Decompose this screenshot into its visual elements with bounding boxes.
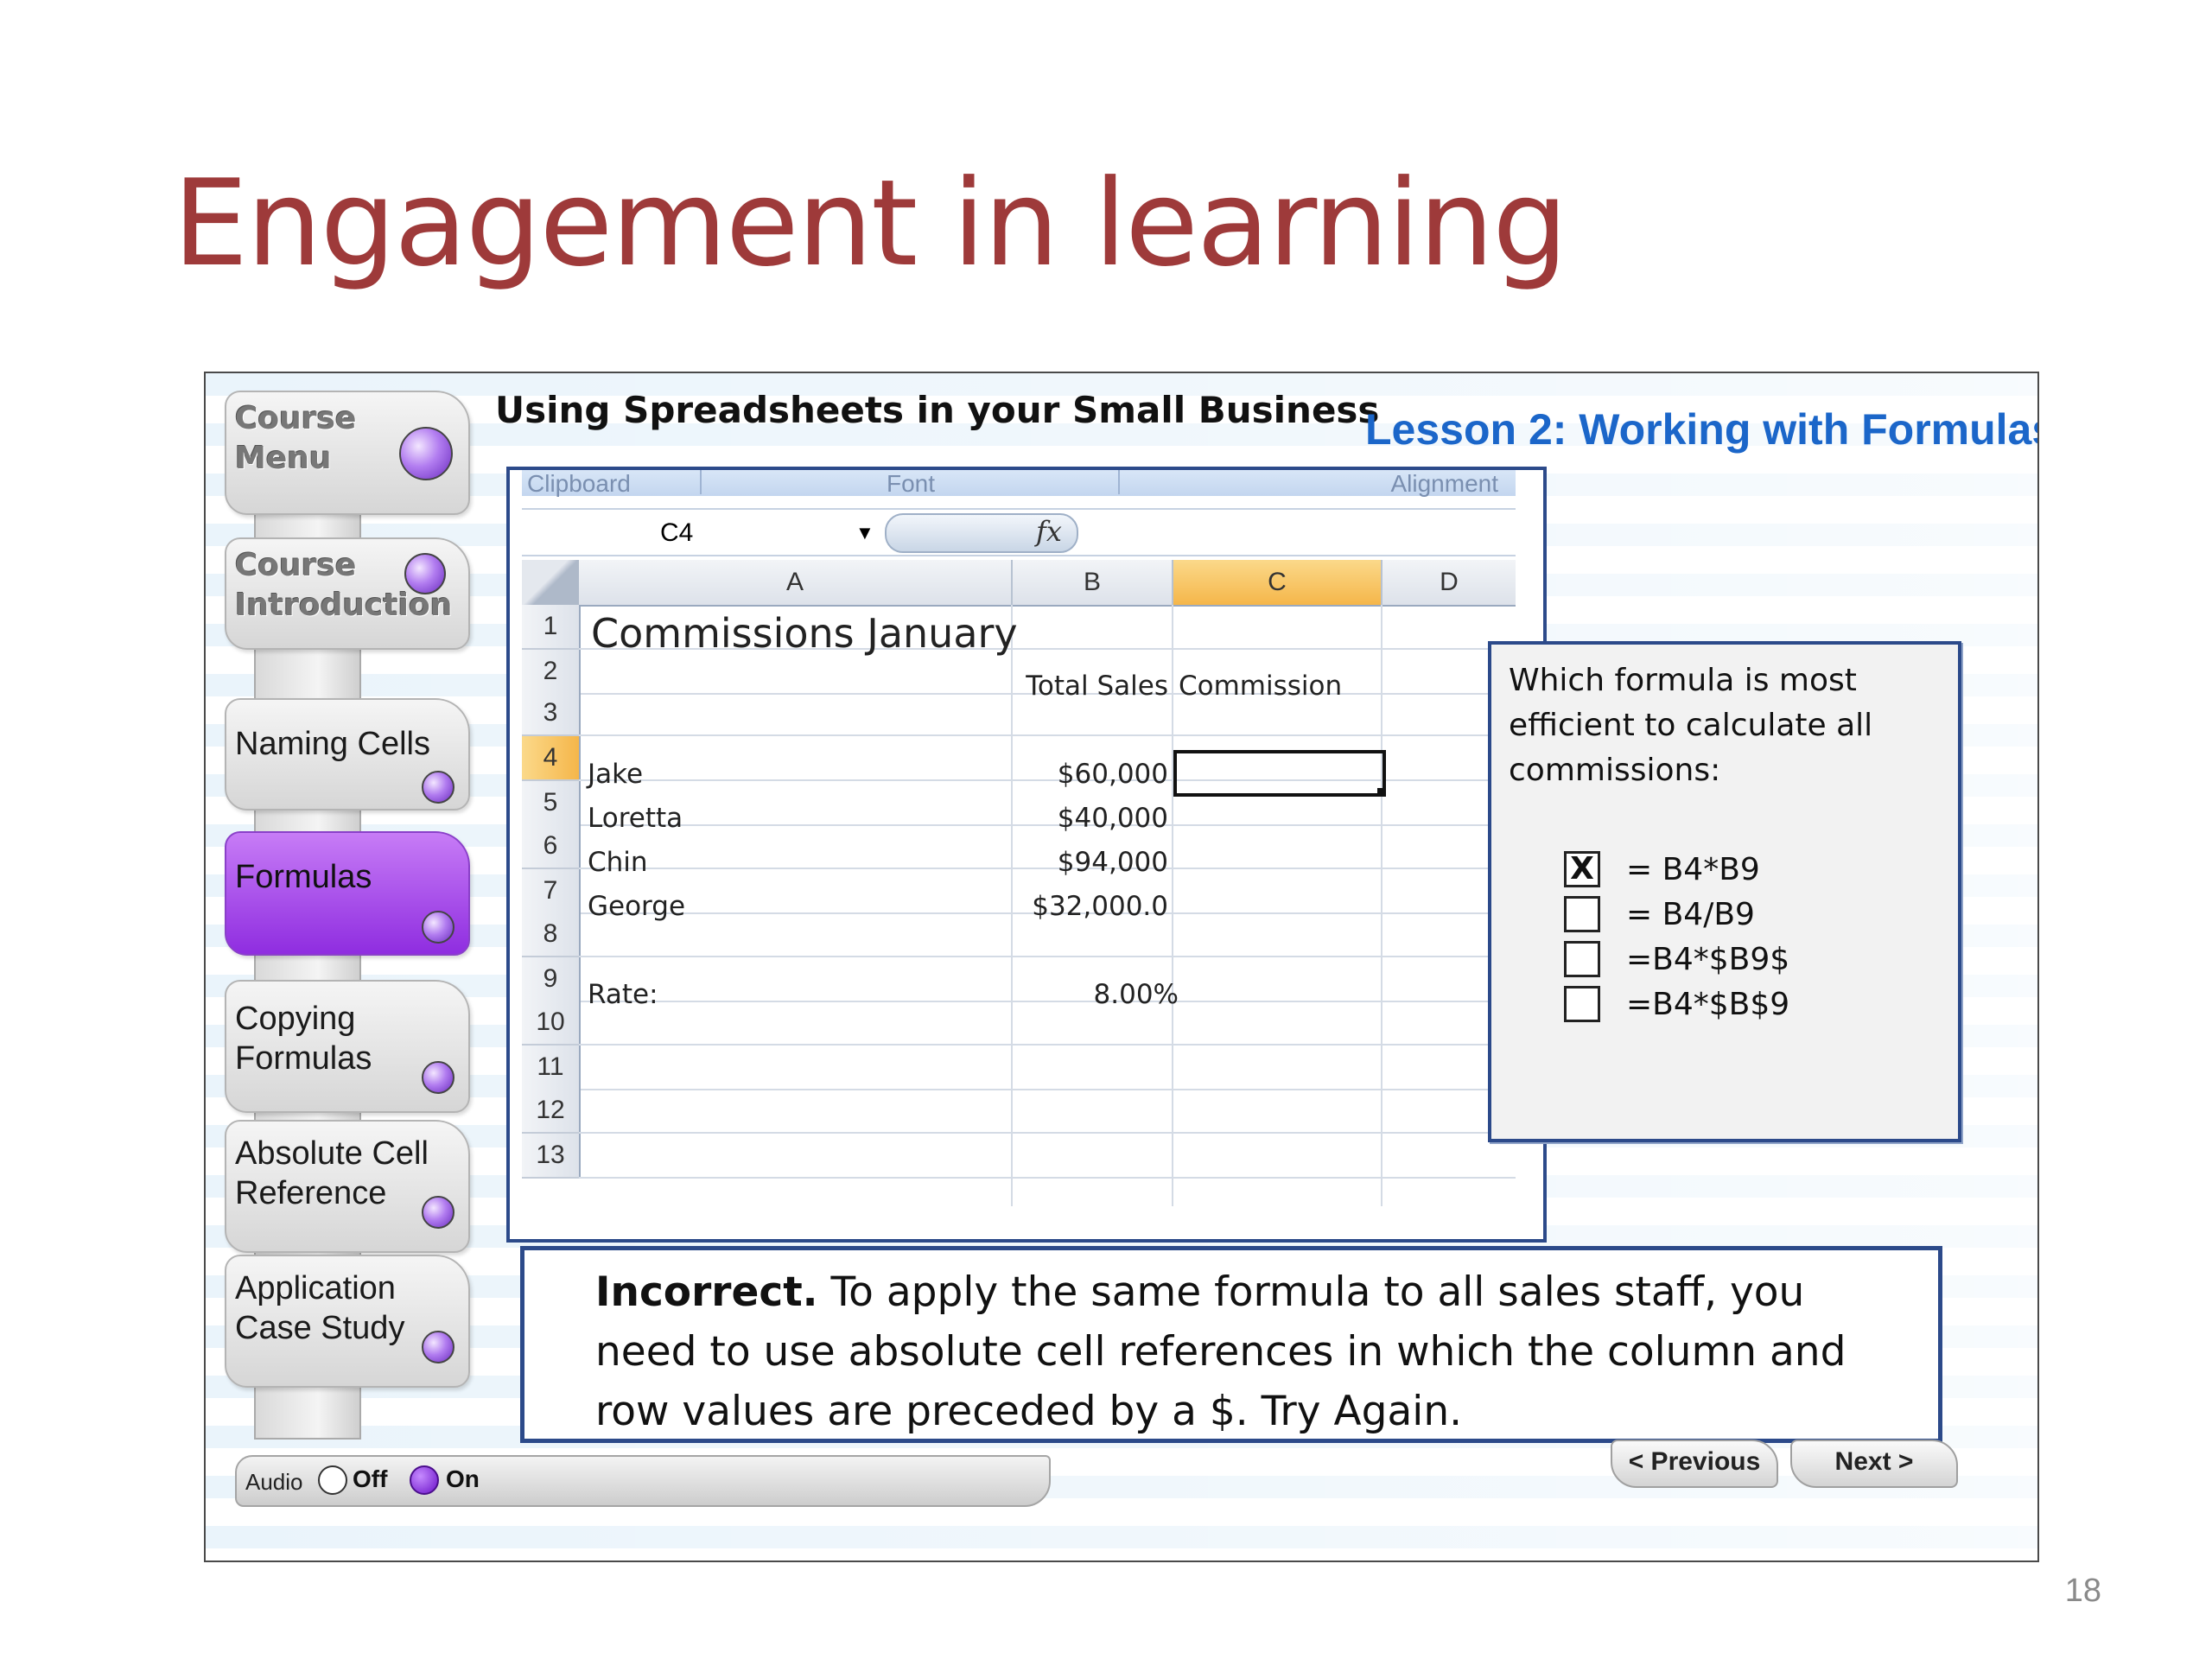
cell-a6[interactable]: Chin bbox=[588, 847, 648, 878]
column-header-d[interactable]: D bbox=[1382, 560, 1516, 607]
row-header-12[interactable]: 12 bbox=[522, 1089, 581, 1134]
cell-c2[interactable]: Commission bbox=[1179, 671, 1342, 702]
cell-a7[interactable]: George bbox=[588, 891, 685, 922]
nav-bullet-icon bbox=[422, 1196, 454, 1229]
nav-item-application-case-study[interactable]: Application Case Study bbox=[225, 1255, 470, 1388]
row-header-8[interactable]: 8 bbox=[522, 912, 581, 957]
nav-item-label: Copying Formulas bbox=[235, 1001, 372, 1077]
feedback-message: Incorrect. To apply the same formula to … bbox=[595, 1262, 1891, 1441]
row-header-1[interactable]: 1 bbox=[522, 605, 581, 650]
cell-b9[interactable]: 8.00% bbox=[1014, 979, 1179, 1010]
ribbon-group-font[interactable]: Font bbox=[703, 470, 1120, 497]
course-window: Using Spreadsheets in your Small Busines… bbox=[204, 372, 2039, 1562]
active-cell-c4[interactable] bbox=[1173, 750, 1386, 797]
row-header-3[interactable]: 3 bbox=[522, 691, 581, 736]
answer-checkbox[interactable] bbox=[1564, 986, 1600, 1022]
nav-item-copying-formulas[interactable]: Copying Formulas bbox=[225, 980, 470, 1113]
nav-item-absolute-cell-reference[interactable]: Absolute Cell Reference bbox=[225, 1120, 470, 1253]
next-button[interactable]: Next > bbox=[1790, 1440, 1958, 1488]
row-gridline bbox=[579, 1044, 1516, 1046]
audio-off-label: Off bbox=[353, 1465, 388, 1492]
row-header-7[interactable]: 7 bbox=[522, 869, 581, 914]
audio-label: Audio bbox=[245, 1469, 303, 1495]
column-header-c[interactable]: C bbox=[1173, 560, 1382, 607]
nav-item-course-introduction[interactable]: Course Introduction bbox=[225, 537, 470, 650]
row-header-6[interactable]: 6 bbox=[522, 824, 581, 869]
ribbon-group-alignment[interactable]: Alignment bbox=[1127, 470, 1498, 497]
ribbon-group-clipboard[interactable]: Clipboard bbox=[522, 470, 702, 497]
row-header-13[interactable]: 13 bbox=[522, 1134, 581, 1179]
select-all-corner[interactable] bbox=[522, 560, 581, 607]
row-header-11[interactable]: 11 bbox=[522, 1046, 581, 1090]
nav-item-formulas[interactable]: Formulas bbox=[225, 831, 470, 956]
cell-b2[interactable]: Total Sales bbox=[1014, 671, 1168, 702]
formula-bar: C4 ▼ 𝑓𝑥 bbox=[522, 508, 1516, 556]
previous-button[interactable]: < Previous bbox=[1611, 1440, 1778, 1488]
row-header-9[interactable]: 9 bbox=[522, 957, 581, 1002]
function-fx-icon[interactable]: 𝑓𝑥 bbox=[1036, 515, 1062, 548]
cell-b4[interactable]: $60,000 bbox=[1014, 759, 1168, 790]
answer-checkbox[interactable]: X bbox=[1564, 851, 1600, 887]
answer-label: = B4*B9 bbox=[1626, 851, 1760, 887]
nav-item-label: Course Menu bbox=[235, 401, 357, 476]
cell-b5[interactable]: $40,000 bbox=[1014, 803, 1168, 834]
nav-item-label: Naming Cells bbox=[235, 726, 430, 762]
nav-bullet-icon bbox=[399, 427, 453, 480]
answer-option-2[interactable]: = B4/B9 bbox=[1564, 893, 1755, 935]
cell-a9[interactable]: Rate: bbox=[588, 979, 658, 1010]
answer-checkbox[interactable] bbox=[1564, 941, 1600, 977]
audio-off-radio[interactable] bbox=[318, 1465, 347, 1495]
row-header-5[interactable]: 5 bbox=[522, 781, 581, 826]
nav-bullet-icon bbox=[422, 911, 454, 944]
nav-item-course-menu[interactable]: Course Menu bbox=[225, 391, 470, 515]
course-title: Using Spreadsheets in your Small Busines… bbox=[495, 389, 1380, 431]
slide-title: Engagement in learning bbox=[173, 154, 1568, 293]
answer-label: =B4*$B9$ bbox=[1626, 941, 1790, 977]
cell-b7[interactable]: $32,000.0 bbox=[1014, 891, 1168, 922]
page-number: 18 bbox=[2064, 1573, 2101, 1609]
answer-label: =B4*$B$9 bbox=[1626, 986, 1790, 1022]
name-box[interactable]: C4 ▼ bbox=[522, 510, 876, 553]
answer-option-4[interactable]: =B4*$B$9 bbox=[1564, 983, 1789, 1025]
nav-item-label: Application Case Study bbox=[235, 1270, 405, 1346]
cell-grid: A B C D 1 2 3 4 5 6 7 8 9 10 11 12 13 Commissions Ja… bbox=[522, 560, 1516, 1206]
row-gridline bbox=[579, 1177, 1516, 1179]
row-header-2[interactable]: 2 bbox=[522, 650, 581, 695]
ribbon-group-bar: Clipboard Font Alignment bbox=[522, 470, 1516, 497]
cell-a1[interactable]: Commissions January bbox=[591, 610, 1018, 657]
column-header-a[interactable]: A bbox=[579, 560, 1013, 607]
column-header-b[interactable]: B bbox=[1013, 560, 1173, 607]
spreadsheet-panel: Clipboard Font Alignment C4 ▼ 𝑓𝑥 A B C D… bbox=[506, 467, 1547, 1243]
audio-on-label: On bbox=[446, 1465, 480, 1492]
answer-checkbox[interactable] bbox=[1564, 896, 1600, 932]
row-header-4[interactable]: 4 bbox=[522, 736, 581, 781]
fill-handle[interactable] bbox=[1377, 788, 1386, 797]
nav-bullet-icon bbox=[422, 771, 454, 804]
name-box-value: C4 bbox=[660, 518, 694, 547]
cell-b6[interactable]: $94,000 bbox=[1014, 847, 1168, 878]
nav-bullet-icon bbox=[422, 1061, 454, 1094]
answer-label: = B4/B9 bbox=[1626, 896, 1755, 932]
row-gridline bbox=[579, 1089, 1516, 1090]
lesson-title: Lesson 2: Working with Formulas bbox=[1365, 405, 2039, 454]
answer-option-3[interactable]: =B4*$B9$ bbox=[1564, 938, 1789, 980]
feedback-lead: Incorrect. bbox=[595, 1268, 818, 1316]
chevron-down-icon[interactable]: ▼ bbox=[855, 522, 874, 544]
row-gridline bbox=[579, 1132, 1516, 1134]
nav-item-naming-cells[interactable]: Naming Cells bbox=[225, 698, 470, 810]
cell-a5[interactable]: Loretta bbox=[588, 803, 683, 834]
answer-option-1[interactable]: X = B4*B9 bbox=[1564, 849, 1760, 890]
cell-a4[interactable]: Jake bbox=[588, 759, 643, 790]
feedback-panel: Incorrect. To apply the same formula to … bbox=[520, 1246, 1942, 1443]
quiz-question-panel: Which formula is most efficient to calcu… bbox=[1488, 641, 1961, 1142]
row-header-10[interactable]: 10 bbox=[522, 1001, 581, 1046]
nav-item-label: Formulas bbox=[235, 859, 372, 895]
question-prompt: Which formula is most efficient to calcu… bbox=[1509, 663, 1873, 788]
row-gridline bbox=[579, 734, 1516, 736]
audio-on-radio[interactable] bbox=[410, 1465, 439, 1495]
nav-bullet-icon bbox=[404, 553, 446, 594]
row-gridline bbox=[579, 956, 1516, 957]
nav-bullet-icon bbox=[422, 1331, 454, 1363]
